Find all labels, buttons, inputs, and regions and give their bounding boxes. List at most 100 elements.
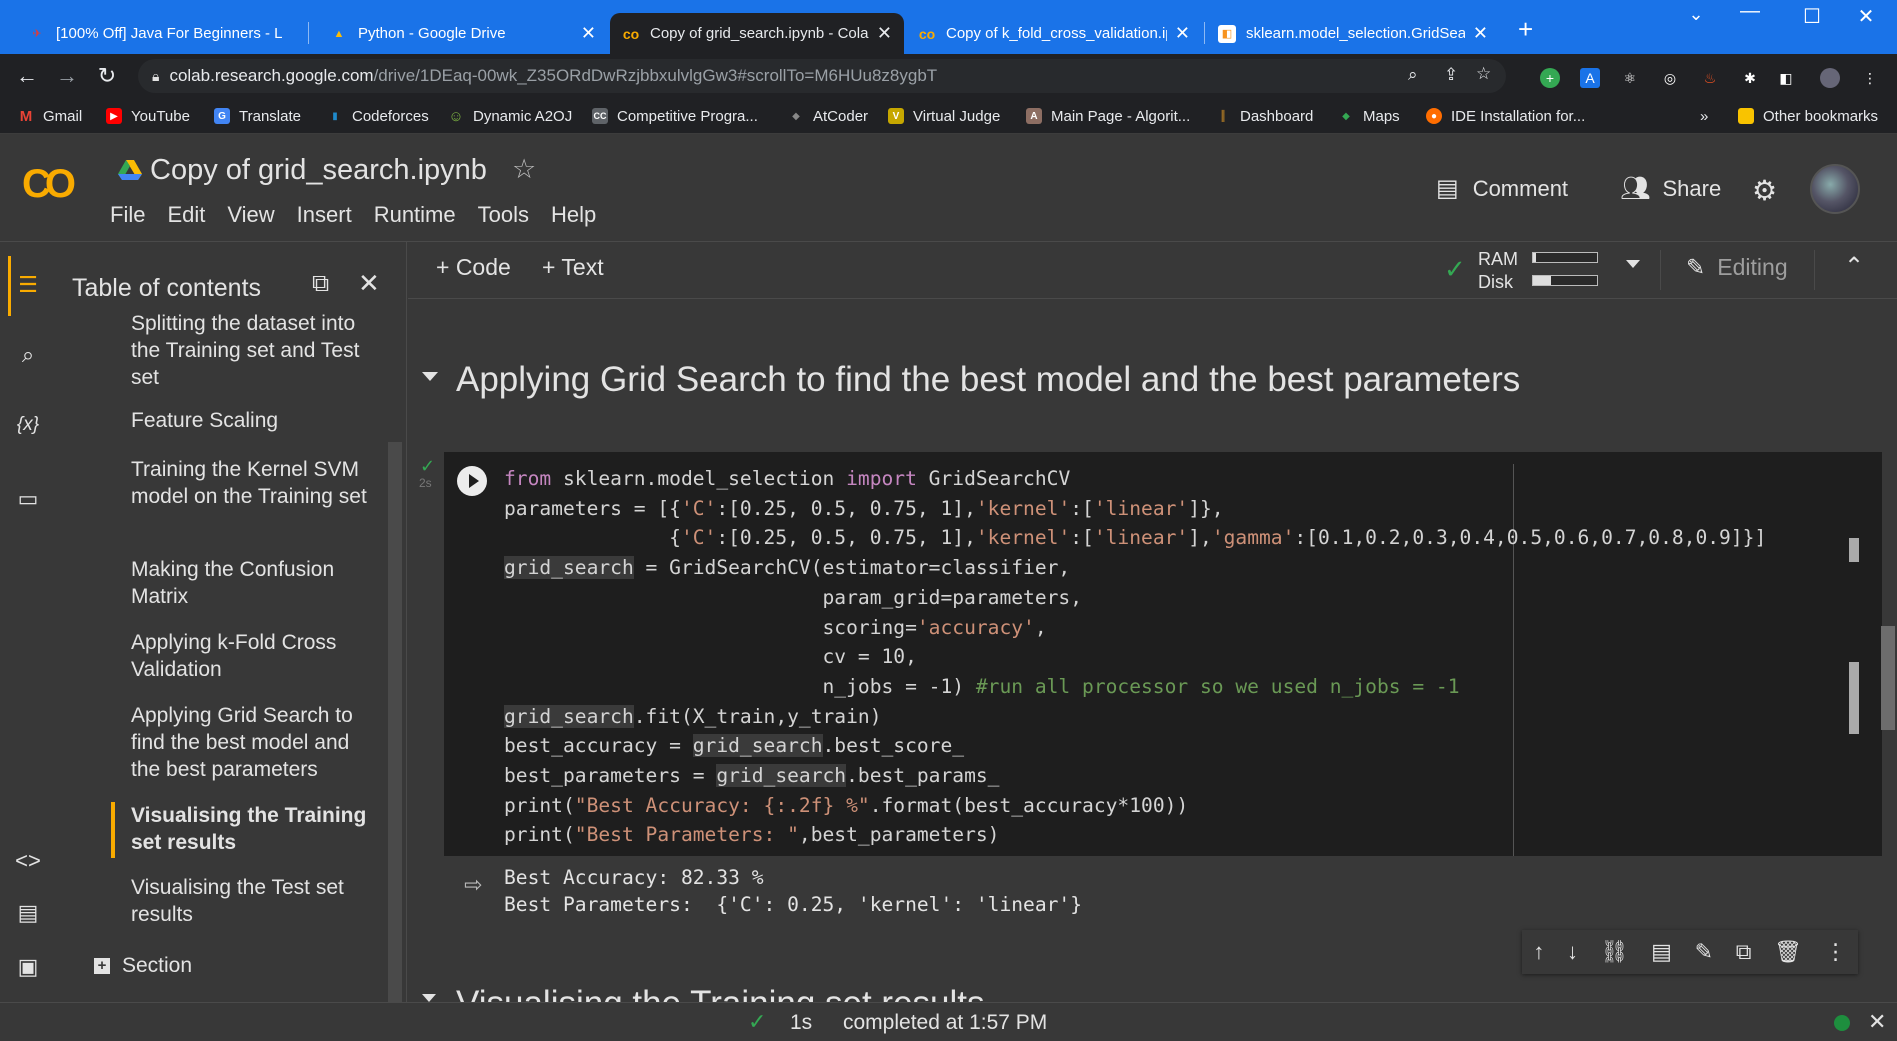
forward-arrow-icon[interactable]: →	[54, 63, 80, 89]
colab-logo[interactable]: CO	[22, 162, 76, 207]
close-icon[interactable]: ✕	[358, 268, 380, 299]
toc-item[interactable]: Visualising the Test set results	[131, 874, 376, 928]
add-text-button[interactable]: + Text	[542, 254, 604, 281]
star-icon[interactable]: ☆	[512, 154, 536, 185]
chrome-menu-icon[interactable]: ⋮	[1860, 68, 1880, 88]
menu-view[interactable]: View	[227, 202, 274, 228]
link-icon[interactable]: ⛓	[1601, 939, 1629, 965]
share-button[interactable]: 👥︎ Share	[1620, 174, 1721, 203]
new-tab-button[interactable]: +	[1518, 14, 1533, 45]
close-tab-icon[interactable]: ✕	[581, 23, 596, 44]
toc-item[interactable]: Applying Grid Search to find the best mo…	[131, 702, 376, 783]
code-scrollbar-marker[interactable]	[1849, 538, 1859, 562]
toc-item[interactable]: Applying k-Fold Cross Validation	[131, 629, 376, 683]
menu-edit[interactable]: Edit	[167, 202, 205, 228]
extension-fire-icon[interactable]: ♨	[1700, 68, 1720, 88]
google-drive-icon[interactable]	[118, 160, 142, 180]
bookmark-competitive-programming[interactable]: CC Competitive Progra...	[592, 105, 758, 127]
toc-item[interactable]: Training the Kernel SVM model on the Tra…	[131, 456, 376, 510]
extension-react-icon[interactable]: ⚛	[1620, 68, 1640, 88]
toc-scrollbar[interactable]	[388, 442, 402, 1002]
close-icon[interactable]: ✕	[1868, 1009, 1886, 1035]
close-tab-icon[interactable]: ✕	[877, 23, 892, 44]
mirror-cell-icon[interactable]: ⧉	[1736, 939, 1752, 965]
share-page-icon[interactable]: ⇪	[1444, 65, 1458, 85]
section-collapse-caret-icon[interactable]	[422, 994, 436, 1002]
code-cell[interactable]: from sklearn.model_selection import Grid…	[444, 452, 1882, 856]
folder-icon[interactable]: ▭	[0, 486, 56, 512]
open-in-tab-icon[interactable]: ⧉	[312, 270, 329, 298]
section-collapse-caret-icon[interactable]	[422, 372, 438, 381]
command-palette-icon[interactable]: ▤	[0, 900, 56, 926]
comment-button[interactable]: ▤ Comment	[1436, 174, 1568, 203]
avatar[interactable]	[1810, 164, 1860, 214]
close-tab-icon[interactable]: ✕	[1175, 23, 1190, 44]
bookmark-gmail[interactable]: M Gmail	[18, 105, 82, 127]
browser-tab-sklearn[interactable]: ◧ sklearn.model_selection.GridSear ✕	[1206, 13, 1500, 54]
edit-pencil-icon[interactable]: ✎	[1695, 939, 1713, 965]
close-tab-icon[interactable]: ✕	[1473, 23, 1488, 44]
menu-insert[interactable]: Insert	[297, 202, 352, 228]
extension-translate-icon[interactable]: A	[1580, 68, 1600, 88]
toc-item-active[interactable]: Visualising the Training set results	[131, 802, 376, 856]
menu-file[interactable]: File	[110, 202, 145, 228]
extensions-puzzle-icon[interactable]: ✱	[1740, 68, 1760, 88]
editing-mode-button[interactable]: ✎ Editing	[1686, 254, 1788, 281]
bookmark-translate[interactable]: G Translate	[214, 105, 301, 127]
run-cell-button[interactable]	[457, 466, 487, 496]
chevron-down-icon[interactable]	[1626, 260, 1640, 268]
resource-monitor[interactable]: RAM Disk	[1478, 248, 1518, 294]
search-icon[interactable]: ⌕	[0, 342, 56, 368]
output-clear-icon[interactable]: ⇨	[464, 872, 482, 898]
bookmark-star-icon[interactable]: ☆	[1476, 64, 1491, 84]
browser-tab-kfold[interactable]: co Copy of k_fold_cross_validation.ip ✕	[906, 13, 1202, 54]
reload-icon[interactable]: ↻	[94, 63, 120, 89]
address-bar[interactable]: 🔒︎ colab.research.google.com/drive/1DEaq…	[138, 59, 1506, 93]
menu-tools[interactable]: Tools	[478, 202, 529, 228]
move-down-icon[interactable]: ↓	[1567, 939, 1578, 965]
bookmark-virtual-judge[interactable]: V Virtual Judge	[888, 105, 1000, 127]
tab-search-icon[interactable]: ⌄	[1676, 4, 1716, 25]
sidepanel-icon[interactable]: ◧	[1776, 68, 1796, 88]
collapse-header-icon[interactable]: ⌃	[1844, 252, 1864, 281]
notebook-title[interactable]: Copy of grid_search.ipynb	[150, 154, 487, 187]
browser-tab-colab-active[interactable]: co Copy of grid_search.ipynb - Colab ✕	[610, 13, 904, 54]
toc-item[interactable]: Making the Confusion Matrix	[131, 556, 376, 610]
code-scrollbar-thumb[interactable]	[1849, 662, 1859, 734]
add-section-button[interactable]: + Section	[94, 954, 192, 978]
code-snippets-icon[interactable]: <>	[0, 848, 56, 874]
profile-avatar-icon[interactable]	[1820, 68, 1840, 88]
bookmarks-overflow-button[interactable]: »	[1700, 105, 1708, 127]
toc-item[interactable]: Feature Scaling	[131, 407, 376, 434]
bookmark-youtube[interactable]: ▶ YouTube	[106, 105, 190, 127]
bookmark-algorithmica[interactable]: A Main Page - Algorit...	[1026, 105, 1190, 127]
other-bookmarks[interactable]: Other bookmarks	[1738, 105, 1878, 127]
bookmark-dashboard[interactable]: ║ Dashboard	[1215, 105, 1313, 127]
browser-tab-drive[interactable]: ▲ Python - Google Drive ✕	[318, 13, 608, 54]
menu-runtime[interactable]: Runtime	[374, 202, 456, 228]
variables-icon[interactable]: {x}	[0, 414, 56, 436]
move-up-icon[interactable]: ↑	[1533, 939, 1544, 965]
zoom-icon[interactable]: ⌕	[1408, 65, 1418, 85]
terminal-icon[interactable]: ▣	[0, 954, 56, 980]
back-arrow-icon[interactable]: ←	[14, 63, 40, 89]
more-options-icon[interactable]: ⋮	[1825, 939, 1847, 965]
bookmark-atcoder[interactable]: ◆ AtCoder	[788, 105, 868, 127]
comment-icon[interactable]: ▤	[1651, 939, 1672, 965]
extension-plus-icon[interactable]: +	[1540, 68, 1560, 88]
close-window-button[interactable]: ✕	[1846, 4, 1886, 29]
table-of-contents-icon[interactable]: ☰	[0, 272, 56, 298]
add-code-button[interactable]: + Code	[436, 254, 511, 281]
settings-gear-icon[interactable]: ⚙	[1752, 174, 1777, 207]
bookmark-maps[interactable]: ◆ Maps	[1338, 105, 1400, 127]
menu-help[interactable]: Help	[551, 202, 596, 228]
bookmark-a2oj[interactable]: ☺ Dynamic A2OJ	[448, 105, 572, 127]
delete-icon[interactable]: 🗑︎	[1774, 939, 1802, 965]
maximize-button[interactable]: ☐	[1792, 4, 1832, 29]
code-editor[interactable]: from sklearn.model_selection import Grid…	[504, 464, 1766, 850]
bookmark-ide-installation[interactable]: ● IDE Installation for...	[1426, 105, 1585, 127]
extension-target-icon[interactable]: ◎	[1660, 68, 1680, 88]
toc-item[interactable]: Splitting the dataset into the Training …	[131, 310, 376, 391]
bookmark-codeforces[interactable]: ▮ Codeforces	[327, 105, 428, 127]
minimize-button[interactable]: —	[1730, 0, 1770, 23]
